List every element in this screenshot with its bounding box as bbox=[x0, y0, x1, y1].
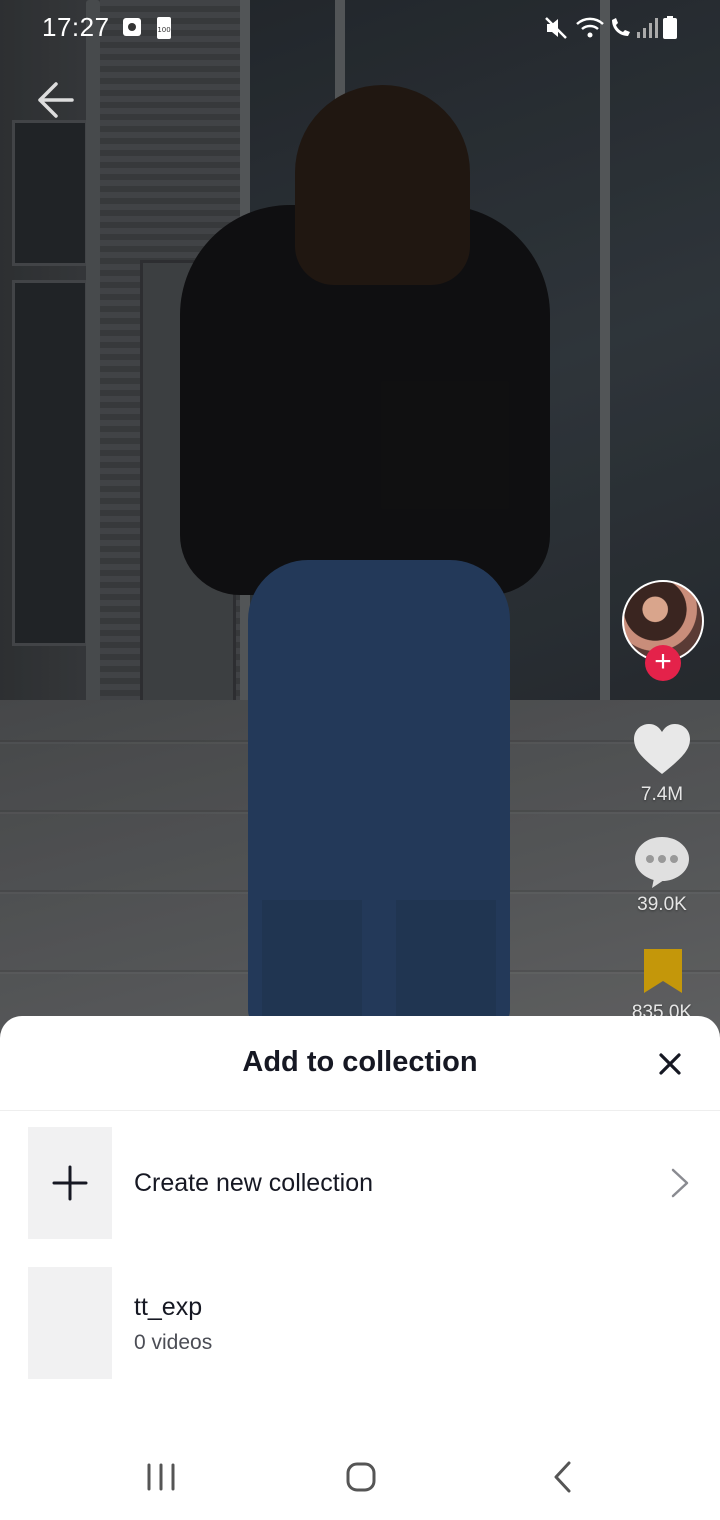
video-dim-overlay bbox=[0, 0, 720, 1040]
system-nav-bar bbox=[0, 1430, 720, 1520]
collection-row[interactable]: tt_exp 0 videos bbox=[28, 1267, 720, 1379]
create-collection-row[interactable]: Create new collection bbox=[28, 1127, 720, 1239]
battery-icon bbox=[662, 16, 678, 45]
status-bar: 17:27 100 bbox=[0, 0, 720, 56]
battery-saver-icon: 100 bbox=[154, 16, 174, 45]
follow-button[interactable]: + bbox=[645, 645, 681, 681]
chevron-right-icon bbox=[668, 1167, 692, 1199]
sheet-divider bbox=[0, 1110, 720, 1111]
signal-icon bbox=[636, 16, 658, 45]
close-icon[interactable] bbox=[650, 1044, 690, 1084]
comment-icon[interactable] bbox=[632, 834, 692, 895]
home-icon[interactable] bbox=[336, 1452, 386, 1502]
create-collection-thumb bbox=[28, 1127, 112, 1239]
wifi-call-icon bbox=[608, 16, 634, 45]
plus-icon bbox=[52, 1165, 88, 1201]
status-time: 17:27 bbox=[42, 12, 110, 42]
collection-video-count: 0 videos bbox=[134, 1331, 213, 1354]
create-collection-label: Create new collection bbox=[134, 1169, 374, 1197]
back-arrow-icon[interactable] bbox=[30, 78, 80, 122]
screen-record-icon bbox=[122, 16, 142, 43]
sheet-title: Add to collection bbox=[242, 1046, 478, 1078]
heart-icon[interactable] bbox=[632, 722, 692, 783]
recent-apps-icon[interactable] bbox=[136, 1452, 186, 1502]
bookmark-icon[interactable] bbox=[640, 945, 686, 1002]
wifi-icon bbox=[575, 16, 605, 45]
collection-name: tt_exp bbox=[134, 1293, 203, 1321]
battery-badge-text: 100 bbox=[157, 26, 170, 34]
like-count: 7.4M bbox=[640, 784, 684, 805]
video-player[interactable] bbox=[0, 0, 720, 1040]
mute-icon bbox=[544, 16, 570, 45]
back-icon[interactable] bbox=[538, 1452, 588, 1502]
comment-count: 39.0K bbox=[637, 894, 687, 915]
collection-thumb bbox=[28, 1267, 112, 1379]
